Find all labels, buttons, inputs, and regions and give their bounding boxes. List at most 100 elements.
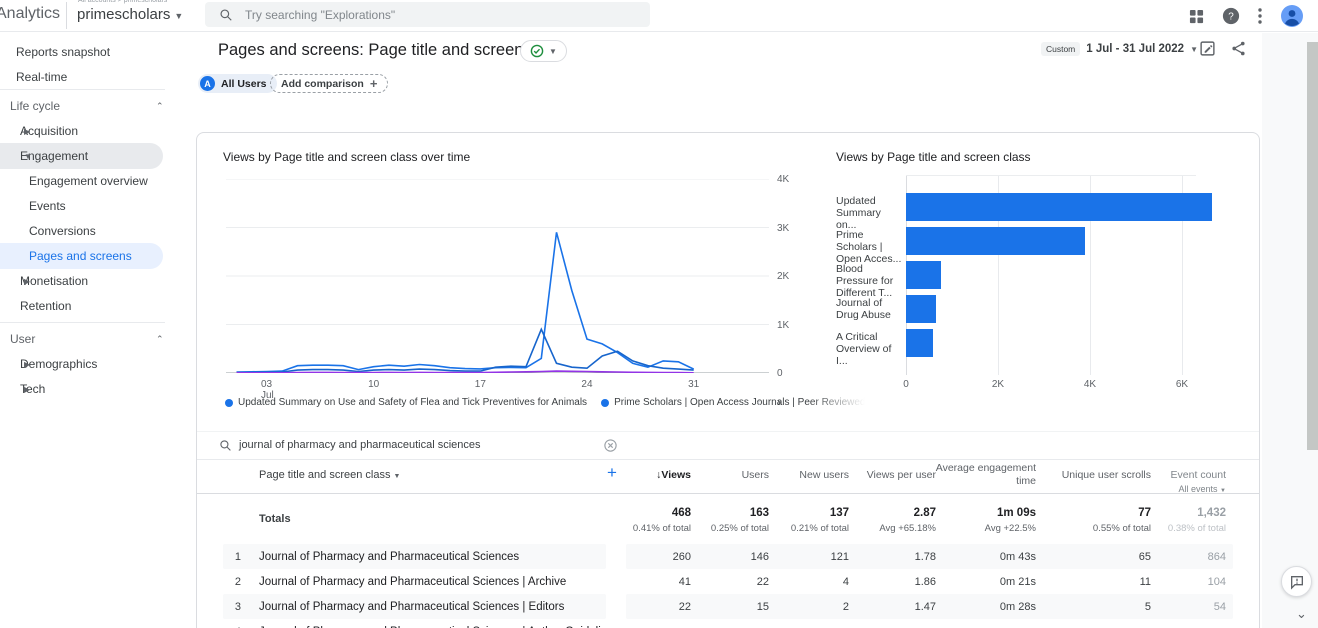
expand-arrow-icon[interactable]: ▶ [24,360,34,369]
bar[interactable] [906,329,933,357]
search-input[interactable]: Try searching "Explorations" [205,2,650,27]
share-icon[interactable] [1230,40,1247,57]
dimension-header-dropdown[interactable]: Page title and screen class ▼ [259,469,400,481]
row-number: 3 [227,601,241,613]
collapse-icon[interactable]: ⌃ [156,101,164,112]
date-range-picker[interactable]: Custom 1 Jul - 31 Jul 2022 ▼ [1041,42,1198,56]
sidebar-item-acquisition[interactable]: ▶Acquisition [20,119,78,143]
search-icon [219,8,233,22]
avatar[interactable] [1280,4,1304,28]
legend-dot-icon [601,399,609,407]
row-cell: 54 [1106,601,1226,613]
sidebar-item-label: Engagement overview [29,174,148,188]
sidebar-item-label: Retention [20,299,71,313]
dimension-header-label: Page title and screen class [259,469,390,481]
column-header-label: Event count [1171,469,1226,481]
row-cell: 0m 21s [916,576,1036,588]
add-comparison-button[interactable]: Add comparison + [270,74,388,93]
sidebar-divider [0,89,165,90]
column-header-event-count[interactable]: Event count [1116,469,1226,482]
all-events-filter[interactable]: All events ▼ [1116,483,1226,498]
chart-legend: Updated Summary on Use and Safety of Fle… [225,397,795,408]
column-header-label: Average engagement time [936,462,1036,487]
legend-item[interactable]: Prime Scholars | Open Access Journals | … [601,397,865,408]
totals-value: 1,432 [1106,507,1226,519]
customize-report-icon[interactable] [1199,40,1216,57]
sidebar-item-real-time[interactable]: Real-time [16,65,67,89]
sidebar: Reports snapshot Real-time Life cycle⌃ ▶… [0,32,196,628]
expand-arrow-icon[interactable]: ▶ [24,127,34,136]
row-page-title: Journal of Pharmacy and Pharmaceutical S… [259,576,566,588]
sidebar-item-demographics[interactable]: ▶Demographics [20,352,97,376]
analytics-logo: Analytics [0,5,60,23]
sidebar-item-monetisation[interactable]: ▶Monetisation [20,269,88,293]
sidebar-section-user[interactable]: User⌃ [10,327,35,351]
table-row[interactable]: 1Journal of Pharmacy and Pharmaceutical … [197,544,1260,569]
table-search-input[interactable]: journal of pharmacy and pharmaceutical s… [239,439,481,451]
vertical-scrollbar[interactable] [1307,42,1318,450]
sidebar-section-label: Life cycle [10,99,60,113]
row-cell: 864 [1106,551,1226,563]
bar-category-label: A Critical Overview of I... [836,331,902,367]
kebab-menu-icon[interactable] [1258,8,1262,24]
row-metrics-bg [626,619,1233,628]
expand-arrow-icon[interactable]: ▶ [24,277,34,286]
bar[interactable] [906,193,1212,221]
expand-arrow-icon[interactable]: ▶ [24,385,34,394]
table-row[interactable]: 2Journal of Pharmacy and Pharmaceutical … [197,569,1260,594]
totals-subtext: 0.38% of total [1106,523,1226,534]
bar-x-tick-label: 6K [1170,379,1194,390]
sidebar-item-label: Real-time [16,70,67,84]
sidebar-item-reports-snapshot[interactable]: Reports snapshot [16,40,110,64]
help-icon[interactable]: ? [1222,7,1240,25]
column-header-views-per-user[interactable]: Views per user [826,469,936,482]
sidebar-item-engagement-overview[interactable]: Engagement overview [29,169,148,193]
x-tick-label: 31 [682,379,706,390]
x-tick-label: 10 [362,379,386,390]
bar[interactable] [906,295,936,323]
totals-subtext: Avg +22.5% [916,523,1036,534]
comparison-badge: A [200,76,215,91]
property-selector[interactable]: primescholars▼ [77,6,183,23]
topbar-divider [66,2,67,29]
legend-next-icon[interactable]: › [777,395,781,409]
table-top-divider [197,431,1260,432]
line-chart [226,179,769,373]
sidebar-item-retention[interactable]: Retention [20,294,71,318]
all-users-chip[interactable]: A All Users [198,74,277,93]
sidebar-item-pages-and-screens[interactable]: Pages and screens [29,244,132,268]
chevron-down-icon: ▼ [549,47,557,56]
sidebar-item-engagement[interactable]: ▼Engagement [20,144,88,168]
legend-prev-icon[interactable]: ‹ [757,395,761,409]
bar-category-label: Updated Summary on... [836,195,902,231]
row-page-title: Journal of Pharmacy and Pharmaceutical S… [259,601,564,613]
collapse-arrow-icon[interactable]: ▼ [24,152,34,161]
sidebar-section-life-cycle[interactable]: Life cycle⌃ [10,94,60,118]
search-icon [219,439,232,452]
bar[interactable] [906,261,941,289]
sidebar-item-label: Reports snapshot [16,45,110,59]
column-header-avg-engagement-time[interactable]: Average engagement time [926,462,1036,488]
table-row[interactable]: 4Journal of Pharmacy and Pharmaceutical … [197,619,1260,628]
sidebar-item-events[interactable]: Events [29,194,66,218]
sidebar-item-tech[interactable]: ▶Tech [20,377,45,401]
sidebar-item-conversions[interactable]: Conversions [29,219,96,243]
bar[interactable] [906,227,1085,255]
report-status-dropdown[interactable]: ▼ [520,40,567,62]
table-row[interactable]: 3 Journal of Pharmacy and Pharmaceutical … [197,594,1260,619]
x-tick-label: 24 [575,379,599,390]
legend-item[interactable]: Updated Summary on Use and Safety of Fle… [225,397,587,408]
row-number: 1 [227,551,241,563]
feedback-button[interactable] [1281,566,1312,597]
clear-search-icon[interactable] [603,438,618,453]
collapse-icon[interactable]: ⌃ [156,334,164,345]
legend-label: Updated Summary on Use and Safety of Fle… [238,397,587,408]
apps-grid-icon[interactable] [1189,9,1204,24]
scroll-down-chevron-icon[interactable]: ⌄ [1296,606,1307,622]
bar-category-label: Blood Pressure for Different T... [836,263,902,299]
bar-category-label: Journal of Drug Abuse [836,297,902,321]
legend-dot-icon [225,399,233,407]
x-tick-label: 17 [468,379,492,390]
chevron-down-icon: ▼ [174,11,183,21]
analytics-app: Analytics All accounts > primescholars p… [0,0,1318,628]
